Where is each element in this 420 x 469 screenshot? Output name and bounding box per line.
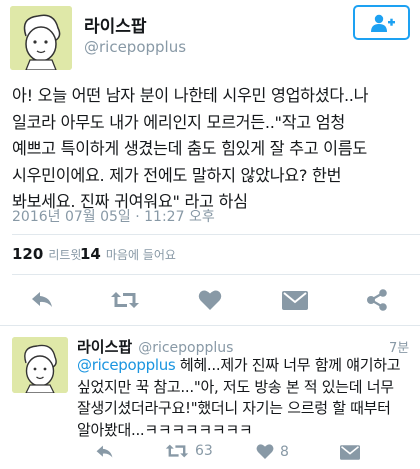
envelope-icon[interactable] xyxy=(340,445,360,460)
retweet-count: 120 xyxy=(12,245,44,263)
reply-header: 라이스팝 @ricepopplus xyxy=(77,336,233,357)
reply-text: @ricepopplus 헤헤...제가 진짜 너무 함께 얘기하고 싶었지만 … xyxy=(77,355,417,441)
reply-user-handle[interactable]: @ricepopplus xyxy=(138,340,233,356)
reply-time: 7분 xyxy=(389,341,410,356)
reply-display-name[interactable]: 라이스팝 xyxy=(77,336,132,357)
tweet-line: 시우민이에요. 제가 전에도 말하지 않았나요? 한번 xyxy=(12,165,342,185)
display-name[interactable]: 라이스팝 xyxy=(84,12,147,37)
heart-icon[interactable] xyxy=(198,289,222,311)
tweet-timestamp[interactable]: 2016년 07월 05일 · 11:27 오후 xyxy=(12,206,215,226)
tweet-line: 아! 오늘 어떤 남자 분이 나한테 시우민 영업하셨다..나 xyxy=(12,86,369,105)
tweet-text: 아! 오늘 어떤 남자 분이 나한테 시우민 영업하셨다..나 일코라 아무도 … xyxy=(12,83,417,216)
avatar[interactable] xyxy=(10,6,72,70)
mention-link[interactable]: @ricepopplus xyxy=(77,356,176,374)
tweet-line: 예쁘고 특이하게 생겼는데 춤도 힘있게 잘 추고 이름도 xyxy=(12,139,367,158)
divider xyxy=(12,274,420,275)
reply-like-count: 8 xyxy=(280,443,289,460)
avatar-image xyxy=(10,6,72,70)
divider xyxy=(0,325,420,326)
share-icon[interactable] xyxy=(366,289,388,311)
retweet-icon xyxy=(165,443,189,459)
reply-icon[interactable] xyxy=(95,444,114,460)
reply-line: @ricepopplus 헤헤...제가 진짜 너무 함께 얘기하고 xyxy=(77,355,417,377)
divider xyxy=(12,234,420,235)
reply-line: 알아봤대...ㅋㅋㅋㅋㅋㅋㅋㅋ xyxy=(77,420,253,439)
follow-button[interactable] xyxy=(353,5,410,40)
retweet-icon[interactable] xyxy=(110,290,140,310)
envelope-icon[interactable] xyxy=(282,291,308,310)
reply-line-rest: 헤헤...제가 진짜 너무 함께 얘기하고 xyxy=(175,356,401,374)
reply-like-button[interactable]: 8 xyxy=(256,443,289,460)
like-count: 14 xyxy=(80,245,101,263)
reply-line: 싶었지만 꾹 참고..."아, 저도 방송 본 적 있는데 너무 xyxy=(77,377,394,396)
user-handle[interactable]: @ricepopplus xyxy=(84,38,186,56)
reply-line: 잘생기셨더라구요!"했더니 자기는 으르렁 할 때부터 xyxy=(77,399,391,417)
like-stat[interactable]: 14 마음에 들어요 xyxy=(80,245,176,263)
like-label: 마음에 들어요 xyxy=(105,248,176,262)
reply-icon[interactable] xyxy=(30,290,54,310)
avatar-image xyxy=(12,337,68,393)
heart-icon xyxy=(256,443,274,460)
retweet-label: 리트윗 xyxy=(48,248,82,262)
add-user-icon xyxy=(368,13,396,33)
reply-retweet-button[interactable]: 63 xyxy=(165,443,213,459)
reply-retweet-count: 63 xyxy=(195,443,213,459)
retweet-stat[interactable]: 120 리트윗 xyxy=(12,245,81,263)
reply-avatar[interactable] xyxy=(12,337,68,393)
tweet-line: 일코라 아무도 내가 에리인지 모르거든.."작고 엄청 xyxy=(12,112,345,132)
